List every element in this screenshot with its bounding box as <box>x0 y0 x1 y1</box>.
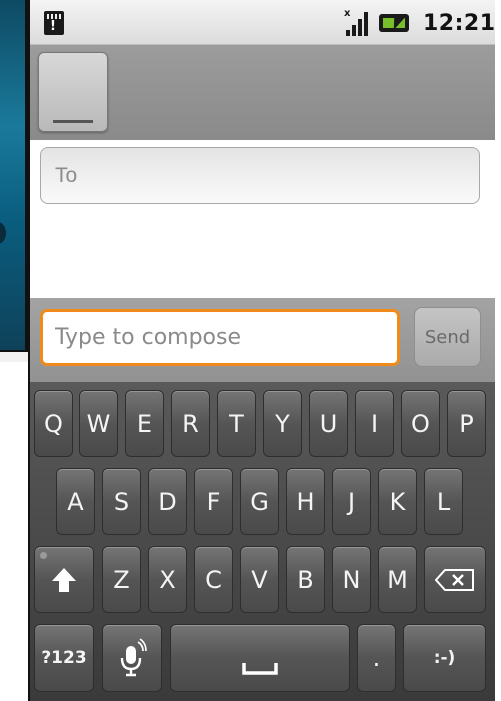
key-j[interactable]: J <box>332 468 371 535</box>
phone-screen: x 12:21 Send Q W E R T Y U I O P A S D F… <box>28 0 497 701</box>
symbols-key[interactable]: ?123 <box>34 624 94 692</box>
status-bar: x 12:21 <box>30 0 497 45</box>
voice-input-key[interactable] <box>102 624 162 692</box>
key-l[interactable]: L <box>424 468 463 535</box>
key-t[interactable]: T <box>217 390 256 457</box>
key-n[interactable]: N <box>332 546 371 613</box>
space-key[interactable] <box>170 624 350 692</box>
key-g[interactable]: G <box>240 468 279 535</box>
delete-key[interactable] <box>424 546 486 613</box>
key-w[interactable]: W <box>79 390 118 457</box>
key-k[interactable]: K <box>378 468 417 535</box>
recipient-header <box>30 45 497 140</box>
key-c[interactable]: C <box>194 546 233 613</box>
contact-photo-icon[interactable] <box>38 52 108 132</box>
signal-strength-icon: x <box>344 8 370 36</box>
key-i[interactable]: I <box>355 390 394 457</box>
background-window <box>0 0 28 362</box>
key-e[interactable]: E <box>125 390 164 457</box>
smiley-key[interactable]: :-) <box>403 624 486 692</box>
key-v[interactable]: V <box>240 546 279 613</box>
key-s[interactable]: S <box>102 468 141 535</box>
status-clock: 12:21 <box>423 11 496 36</box>
shift-arrow-icon <box>52 567 76 592</box>
no-signal-x-icon: x <box>344 8 351 19</box>
soft-keyboard: Q W E R T Y U I O P A S D F G H J K L Z … <box>30 382 497 701</box>
space-bar-icon <box>242 663 278 675</box>
microphone-icon <box>120 638 147 677</box>
key-h[interactable]: H <box>286 468 325 535</box>
compose-input[interactable] <box>40 309 400 366</box>
key-p[interactable]: P <box>447 390 486 457</box>
key-z[interactable]: Z <box>102 546 141 613</box>
period-key[interactable]: . <box>357 624 396 692</box>
key-u[interactable]: U <box>309 390 348 457</box>
background-decoration <box>0 222 6 244</box>
key-r[interactable]: R <box>171 390 210 457</box>
key-x[interactable]: X <box>148 546 187 613</box>
key-d[interactable]: D <box>148 468 187 535</box>
key-f[interactable]: F <box>194 468 233 535</box>
key-b[interactable]: B <box>286 546 325 613</box>
shift-key[interactable] <box>34 546 94 613</box>
key-o[interactable]: O <box>401 390 440 457</box>
backspace-icon <box>435 568 474 591</box>
key-y[interactable]: Y <box>263 390 302 457</box>
sd-card-icon <box>44 11 64 35</box>
key-m[interactable]: M <box>378 546 417 613</box>
send-button[interactable]: Send <box>414 307 481 367</box>
battery-charging-icon <box>379 14 409 32</box>
key-q[interactable]: Q <box>34 390 73 457</box>
caps-lock-indicator <box>40 552 47 559</box>
key-a[interactable]: A <box>56 468 95 535</box>
to-field[interactable] <box>40 147 480 204</box>
